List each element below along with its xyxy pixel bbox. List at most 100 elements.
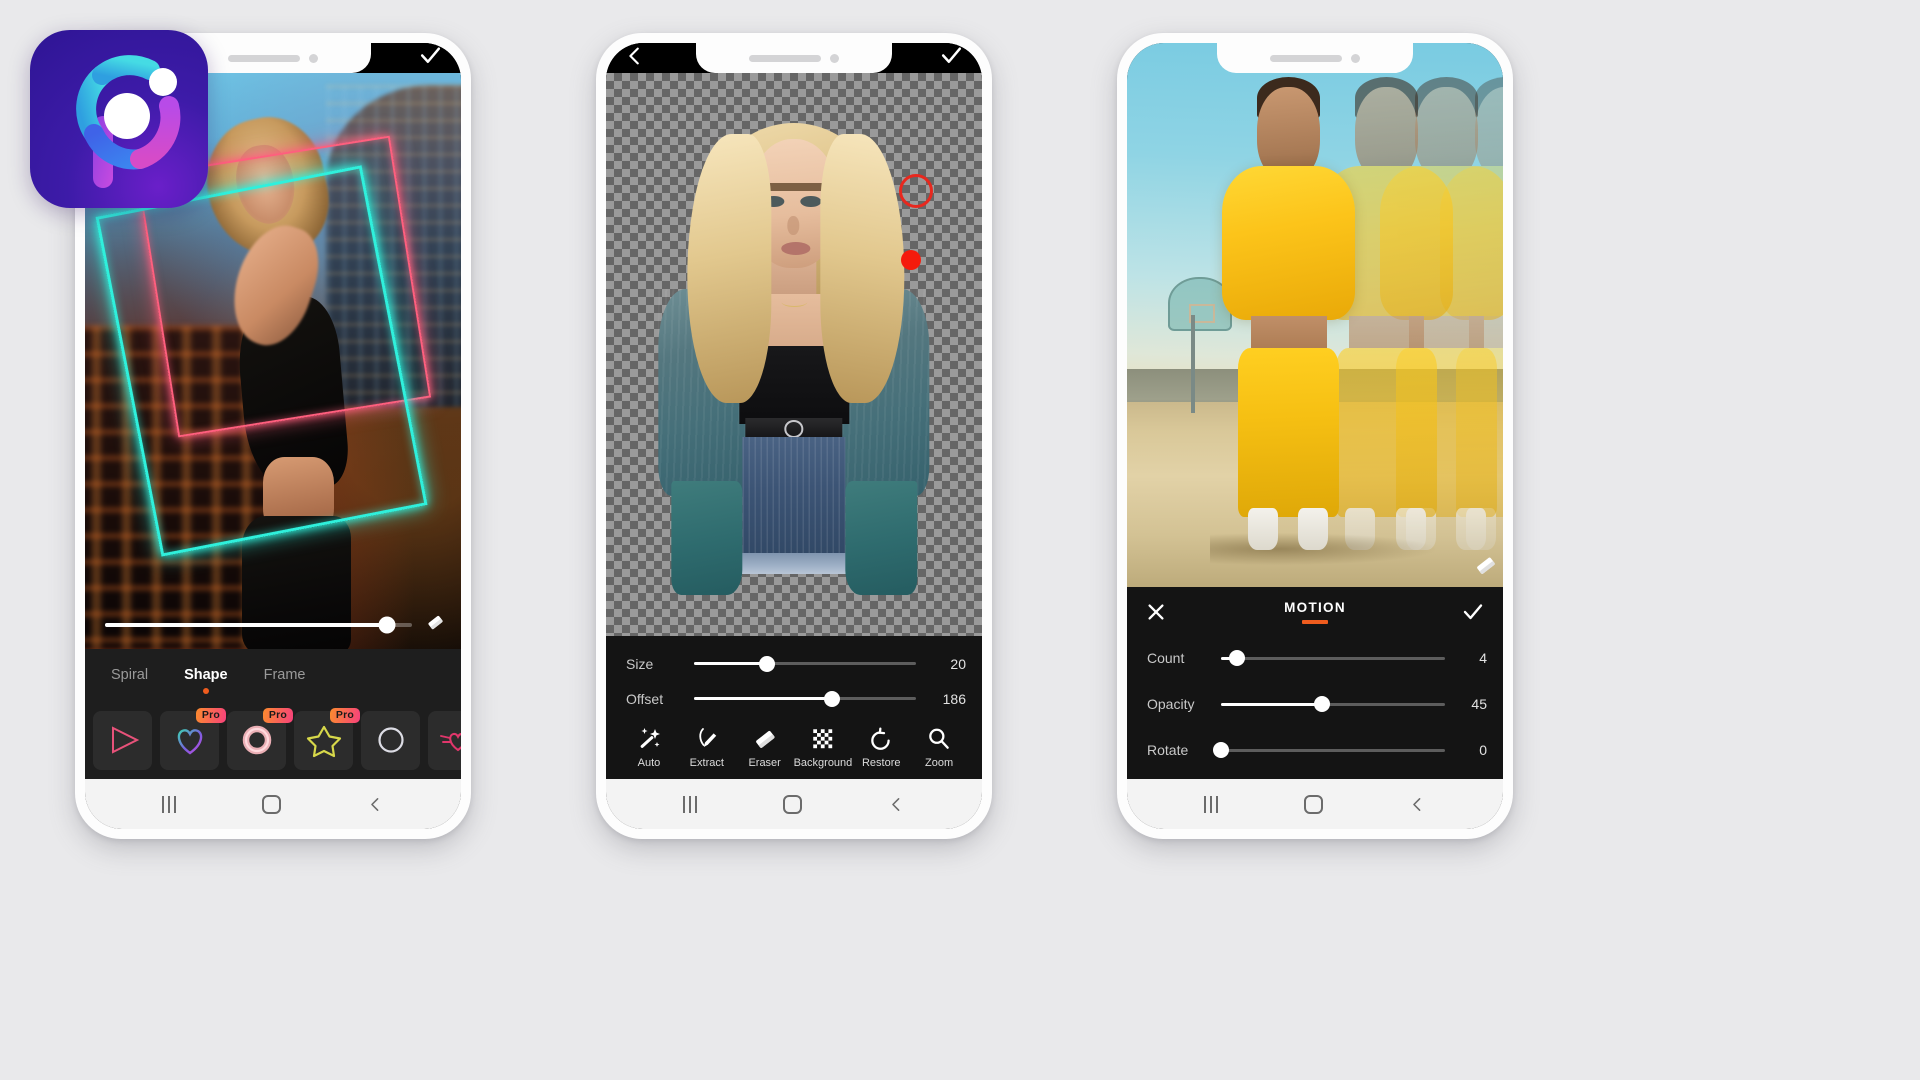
pro-badge: Pro bbox=[329, 707, 360, 723]
subject-hair-left bbox=[687, 133, 772, 403]
android-navbar[interactable] bbox=[85, 779, 461, 829]
rotate-slider-value: 0 bbox=[1479, 742, 1487, 758]
size-slider-fill bbox=[694, 662, 768, 665]
speaker-grille bbox=[228, 54, 300, 62]
eraser-icon bbox=[752, 726, 778, 752]
back-icon[interactable] bbox=[367, 796, 384, 813]
tool-zoom-label: Zoom bbox=[925, 757, 954, 769]
count-slider-knob[interactable] bbox=[1228, 650, 1245, 666]
shape-item-circle[interactable] bbox=[361, 710, 420, 770]
count-slider-row[interactable]: Count 4 bbox=[1127, 635, 1503, 681]
phone-notch bbox=[696, 43, 892, 73]
offset-slider-fill bbox=[694, 697, 832, 700]
home-icon[interactable] bbox=[1304, 794, 1324, 814]
recents-icon[interactable] bbox=[161, 795, 177, 813]
front-camera bbox=[309, 53, 318, 63]
star-icon bbox=[306, 725, 341, 758]
pro-badge: Pro bbox=[262, 707, 293, 723]
offset-slider-label: Offset bbox=[626, 690, 664, 707]
tab-shape[interactable]: Shape bbox=[184, 667, 228, 683]
phone-2-canvas[interactable] bbox=[606, 43, 982, 636]
tool-zoom[interactable]: Zoom bbox=[910, 726, 968, 769]
check-icon[interactable] bbox=[939, 43, 964, 73]
tool-background[interactable]: Background bbox=[794, 726, 852, 769]
picsart-logo-glyph bbox=[76, 55, 181, 188]
offset-slider-track[interactable] bbox=[694, 690, 916, 707]
tool-auto[interactable]: Auto bbox=[620, 726, 678, 769]
effect-category-tabs[interactable]: Spiral Shape Frame bbox=[85, 649, 461, 701]
count-slider-value: 4 bbox=[1479, 650, 1487, 666]
tool-extract-label: Extract bbox=[689, 757, 724, 769]
recents-icon[interactable] bbox=[1203, 795, 1219, 813]
subject-shorts-hem bbox=[739, 553, 849, 574]
opacity-slider-row[interactable]: Opacity 45 bbox=[1127, 681, 1503, 727]
shape-item-heart[interactable]: Pro bbox=[160, 707, 226, 770]
size-slider-knob[interactable] bbox=[759, 655, 776, 672]
tool-eraser[interactable]: Eraser bbox=[736, 726, 794, 769]
motion-settings-panel: MOTION Count 4 Opacity 45 Rotate 0 bbox=[1127, 587, 1503, 779]
rotate-slider-track[interactable] bbox=[1213, 742, 1445, 758]
speaker-grille bbox=[749, 54, 821, 62]
count-slider-label: Count bbox=[1147, 650, 1185, 666]
home-icon[interactable] bbox=[783, 794, 803, 814]
shape-item-triangle[interactable] bbox=[93, 710, 152, 770]
close-x-icon[interactable] bbox=[1145, 601, 1167, 628]
shape-thumbnail-strip[interactable]: Pro Pro Pro bbox=[85, 701, 461, 779]
motion-panel-title-underline bbox=[1302, 620, 1328, 624]
eraser-icon[interactable] bbox=[1473, 552, 1499, 583]
shape-item-ring[interactable]: Pro bbox=[227, 707, 293, 770]
phone-3-photo bbox=[1127, 43, 1503, 587]
subject-nose bbox=[787, 216, 799, 235]
rotate-slider-knob[interactable] bbox=[1213, 742, 1229, 758]
home-icon[interactable] bbox=[262, 794, 282, 814]
checkerboard-icon bbox=[810, 726, 836, 752]
intensity-slider-fill bbox=[105, 623, 388, 627]
offset-slider-row[interactable]: Offset 186 bbox=[606, 681, 982, 716]
brush-settings-panel: Size 20 Offset 186 Auto Extract Eraser B… bbox=[606, 636, 982, 779]
size-slider-track[interactable] bbox=[694, 655, 916, 672]
opacity-slider-label: Opacity bbox=[1147, 696, 1195, 712]
back-icon[interactable] bbox=[888, 796, 905, 813]
phone-3-screen: MOTION Count 4 Opacity 45 Rotate 0 bbox=[1127, 43, 1503, 829]
size-slider-row[interactable]: Size 20 bbox=[606, 646, 982, 681]
opacity-slider-knob[interactable] bbox=[1313, 696, 1330, 712]
offset-slider-knob[interactable] bbox=[823, 690, 840, 707]
speaker-grille bbox=[1270, 54, 1342, 62]
front-camera bbox=[830, 53, 839, 63]
cutout-tools-row[interactable]: Auto Extract Eraser Background Restore Z… bbox=[606, 716, 982, 777]
basketball-pole bbox=[1190, 315, 1195, 413]
phone-3-canvas[interactable] bbox=[1127, 43, 1503, 587]
subject-jacket-hem-left bbox=[671, 480, 743, 595]
opacity-slider-value: 45 bbox=[1471, 696, 1487, 712]
shape-item-star[interactable]: Pro bbox=[294, 707, 360, 770]
subject-eye-right bbox=[800, 195, 822, 208]
tab-spiral[interactable]: Spiral bbox=[111, 667, 148, 683]
back-icon[interactable] bbox=[1409, 796, 1426, 813]
tab-frame[interactable]: Frame bbox=[264, 667, 306, 683]
check-icon[interactable] bbox=[418, 43, 443, 73]
back-arrow-icon[interactable] bbox=[624, 45, 646, 72]
opacity-slider-track[interactable] bbox=[1221, 696, 1445, 712]
motion-panel-title: MOTION bbox=[1284, 600, 1346, 615]
eraser-icon[interactable] bbox=[424, 611, 447, 639]
ring-icon bbox=[242, 725, 271, 755]
android-navbar[interactable] bbox=[606, 779, 982, 829]
shape-item-winged-heart[interactable]: Pro bbox=[428, 710, 461, 770]
count-slider-track[interactable] bbox=[1221, 650, 1445, 666]
intensity-slider-track[interactable] bbox=[105, 616, 412, 634]
size-slider-label: Size bbox=[626, 655, 654, 672]
magnifier-icon bbox=[926, 726, 952, 752]
intensity-slider-knob[interactable] bbox=[378, 616, 396, 634]
heart-icon bbox=[177, 729, 202, 755]
recents-icon[interactable] bbox=[682, 795, 698, 813]
circle-icon bbox=[377, 727, 404, 753]
pro-badge: Pro bbox=[195, 707, 226, 723]
android-navbar[interactable] bbox=[1127, 779, 1503, 829]
check-icon[interactable] bbox=[1461, 600, 1485, 629]
phone-cutout-background-remover: Size 20 Offset 186 Auto Extract Eraser B… bbox=[596, 33, 992, 839]
lasso-pen-icon bbox=[694, 726, 720, 752]
tool-extract[interactable]: Extract bbox=[678, 726, 736, 769]
tool-restore[interactable]: Restore bbox=[852, 726, 910, 769]
intensity-slider[interactable] bbox=[85, 601, 461, 649]
rotate-slider-row[interactable]: Rotate 0 bbox=[1127, 727, 1503, 773]
